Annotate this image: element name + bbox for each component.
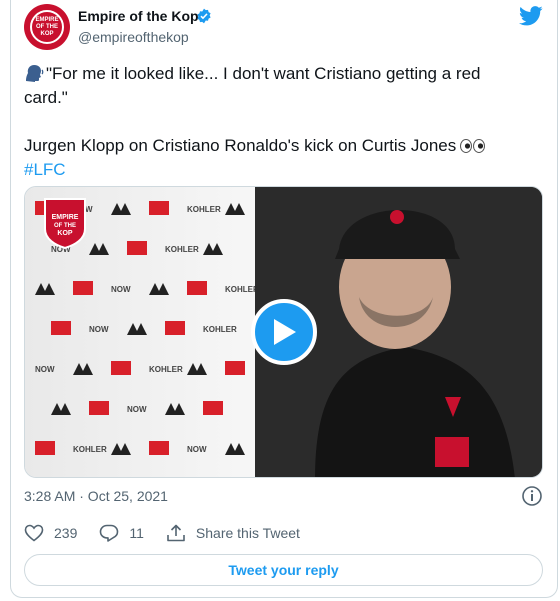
avatar[interactable]: EMPIRE OF THE KOP xyxy=(24,4,70,50)
sponsor-logo-stripes xyxy=(35,283,55,295)
sponsor-logo-red xyxy=(165,321,185,335)
heart-icon xyxy=(24,524,44,542)
sponsor-logo-red xyxy=(225,361,245,375)
sponsor-logo-red xyxy=(203,401,223,415)
sponsor-logo-red xyxy=(89,401,109,415)
sponsor-word: NOW xyxy=(187,445,207,454)
sponsor-logo-stripes xyxy=(111,203,131,215)
sponsor-logo-red xyxy=(127,241,147,255)
sponsor-word: KOHLER xyxy=(187,205,221,214)
channel-badge: EMPIRE OF THE KOP xyxy=(44,198,86,249)
badge-text-2: OF THE xyxy=(54,223,76,229)
video-player[interactable]: NOW KOHLER NOW KOHLER NOW KOHLER NOW KOHLER NOW K… xyxy=(24,186,543,478)
twitter-bird-icon[interactable] xyxy=(519,6,543,26)
sponsor-word: KOHLER xyxy=(73,445,107,454)
sponsor-logo-stripes xyxy=(225,443,245,455)
tweet-description: Jurgen Klopp on Cristiano Ronaldo's kick… xyxy=(24,136,457,155)
sponsor-logo-stripes xyxy=(187,363,207,375)
sponsor-word: KOHLER xyxy=(225,285,259,294)
info-icon[interactable] xyxy=(521,485,543,507)
author-display-name[interactable]: Empire of the Kop xyxy=(78,8,199,24)
speaking-head-icon xyxy=(26,65,44,82)
eyes-icon xyxy=(460,139,486,153)
play-icon xyxy=(274,319,296,345)
sponsor-word: KOHLER xyxy=(203,325,237,334)
sponsor-logo-red xyxy=(35,441,55,455)
sponsor-word: NOW xyxy=(35,365,55,374)
sponsor-logo-red xyxy=(111,361,131,375)
tweet-actions: 239 11 Share this Tweet xyxy=(24,524,322,542)
avatar-text-3: KOP xyxy=(40,30,54,37)
reply-icon xyxy=(100,524,119,542)
tweet-spacer xyxy=(24,110,544,134)
tweet-line-4: #LFC xyxy=(24,158,544,182)
sponsor-logo-stripes xyxy=(51,403,71,415)
sponsor-word: KOHLER xyxy=(165,245,199,254)
share-action[interactable]: Share this Tweet xyxy=(166,524,300,542)
tweet-timestamp[interactable]: 3:28 AM · Oct 25, 2021 xyxy=(24,488,168,504)
sponsor-logo-stripes xyxy=(111,443,131,455)
like-count: 239 xyxy=(54,525,78,541)
author-handle[interactable]: @empireofthekop xyxy=(78,29,189,45)
sponsor-word: KOHLER xyxy=(149,365,183,374)
sponsor-logo-stripes xyxy=(165,403,185,415)
verified-badge-icon xyxy=(197,8,211,24)
hashtag-link[interactable]: #LFC xyxy=(24,160,66,179)
sponsor-logo-red xyxy=(187,281,207,295)
avatar-text-1: EMPIRE xyxy=(35,16,59,23)
tweet-line-1: "For me it looked like... I don't want C… xyxy=(24,62,544,86)
sponsor-word: NOW xyxy=(127,405,147,414)
play-button[interactable] xyxy=(251,299,317,365)
sponsor-logo-red xyxy=(51,321,71,335)
sponsor-logo-stripes xyxy=(203,243,223,255)
sponsor-word: NOW xyxy=(111,285,131,294)
share-label: Share this Tweet xyxy=(195,525,300,541)
reply-count: 11 xyxy=(129,525,144,541)
sponsor-logo-stripes xyxy=(73,363,93,375)
like-action[interactable]: 239 xyxy=(24,524,77,542)
tweet-line-2: card." xyxy=(24,88,68,107)
badge-text-1: EMPIRE xyxy=(52,214,79,221)
tweet-your-reply-button[interactable]: Tweet your reply xyxy=(24,554,543,586)
tweet-line-3: Jurgen Klopp on Cristiano Ronaldo's kick… xyxy=(24,134,544,158)
sponsor-logo-stripes xyxy=(127,323,147,335)
sponsor-logo-stripes xyxy=(89,243,109,255)
badge-text-3: KOP xyxy=(57,230,73,237)
avatar-text-2: OF THE xyxy=(36,23,58,30)
sponsor-word: NOW xyxy=(89,325,109,334)
sponsor-logo-red xyxy=(149,441,169,455)
share-icon xyxy=(167,524,185,542)
sponsor-logo-stripes xyxy=(225,203,245,215)
sponsor-logo-red xyxy=(149,201,169,215)
reply-action[interactable]: 11 xyxy=(99,524,144,542)
tweet-quote-line-1: "For me it looked like... I don't want C… xyxy=(46,64,481,83)
tweet-text: "For me it looked like... I don't want C… xyxy=(24,62,544,182)
sponsor-logo-red xyxy=(73,281,93,295)
sponsor-logo-stripes xyxy=(149,283,169,295)
